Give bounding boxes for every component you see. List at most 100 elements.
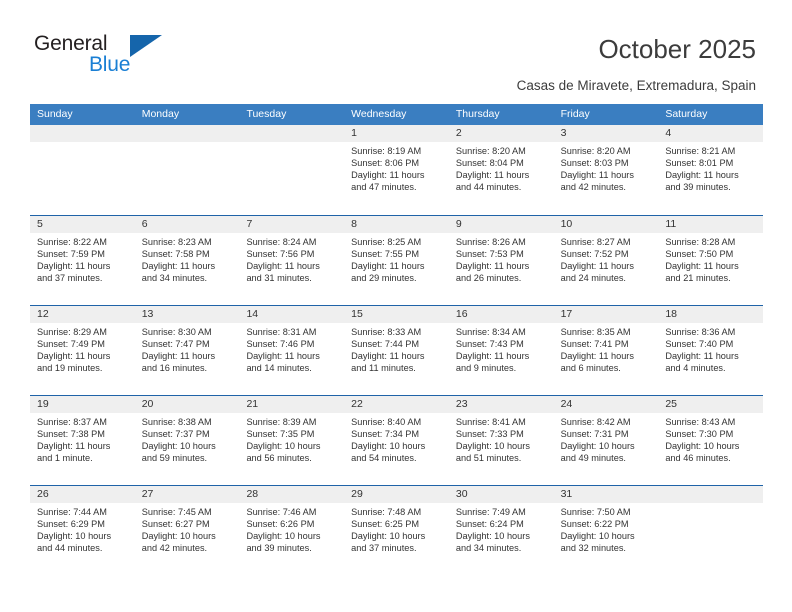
day-cell-30[interactable]: 30 Sunrise: 7:49 AM Sunset: 6:24 PM Dayligh… [448, 486, 554, 575]
day-sun-info: Sunrise: 8:30 AM Sunset: 7:47 PM Daylight:… [135, 323, 240, 374]
day-info-line: and 26 minutes. [455, 273, 522, 284]
day-info-line: Sunrise: 8:26 AM [455, 237, 526, 247]
day-cell-31[interactable]: 31 Sunrise: 7:50 AM Sunset: 6:22 PM Dayligh… [553, 486, 659, 575]
day-sun-info: Sunrise: 8:26 AM Sunset: 7:53 PM Daylight:… [449, 233, 554, 284]
day-cell-6[interactable]: 6 Sunrise: 8:23 AM Sunset: 7:58 PM Daylight… [134, 216, 240, 305]
day-cell-4[interactable]: 4 Sunrise: 8:21 AM Sunset: 8:01 PM Daylight… [658, 125, 764, 215]
day-cell-2[interactable]: 2 Sunrise: 8:20 AM Sunset: 8:04 PM Daylight… [448, 125, 554, 215]
day-info-line: Sunset: 7:59 PM [37, 249, 105, 260]
general-blue-logo[interactable]: General Blue [34, 33, 214, 83]
day-cell-16[interactable]: 16 Sunrise: 8:34 AM Sunset: 7:43 PM Dayligh… [448, 306, 554, 395]
day-sun-info: Sunrise: 8:29 AM Sunset: 7:49 PM Daylight:… [30, 323, 135, 374]
day-cell-10[interactable]: 10 Sunrise: 8:27 AM Sunset: 7:52 PM Dayligh… [553, 216, 659, 305]
day-cell-3[interactable]: 3 Sunrise: 8:20 AM Sunset: 8:03 PM Daylight… [553, 125, 659, 215]
day-cell-24[interactable]: 24 Sunrise: 8:42 AM Sunset: 7:31 PM Dayligh… [553, 396, 659, 485]
day-cell-9[interactable]: 9 Sunrise: 8:26 AM Sunset: 7:53 PM Daylight… [448, 216, 554, 305]
day-info-line: Sunrise: 7:48 AM [351, 507, 422, 517]
day-info-line: and 6 minutes. [560, 363, 621, 374]
day-cell-19[interactable]: 19 Sunrise: 8:37 AM Sunset: 7:38 PM Dayligh… [30, 396, 135, 485]
day-cell-20[interactable]: 20 Sunrise: 8:38 AM Sunset: 7:37 PM Dayligh… [134, 396, 240, 485]
day-info-line: Daylight: 11 hours [141, 261, 216, 272]
day-info-line: Sunset: 7:53 PM [455, 249, 524, 260]
day-number: 20 [134, 396, 240, 413]
day-number: 18 [658, 306, 764, 323]
day-info-line: Daylight: 10 hours [351, 441, 426, 452]
day-number [658, 486, 764, 503]
day-cell-29[interactable]: 29 Sunrise: 7:48 AM Sunset: 6:25 PM Dayligh… [344, 486, 449, 575]
day-info-line: Sunrise: 8:23 AM [141, 237, 212, 247]
day-number [134, 125, 240, 142]
day-info-line: Sunset: 8:01 PM [665, 158, 734, 169]
day-cell-25[interactable]: 25 Sunrise: 8:43 AM Sunset: 7:30 PM Dayligh… [658, 396, 764, 485]
day-cell-15[interactable]: 15 Sunrise: 8:33 AM Sunset: 7:44 PM Dayligh… [344, 306, 449, 395]
weekday-header-monday: Monday [141, 108, 180, 120]
day-cell-27[interactable]: 27 Sunrise: 7:45 AM Sunset: 6:27 PM Dayligh… [134, 486, 240, 575]
day-info-line: and 1 minute. [37, 453, 93, 464]
day-cell-23[interactable]: 23 Sunrise: 8:41 AM Sunset: 7:33 PM Dayligh… [448, 396, 554, 485]
day-info-line: Sunset: 6:25 PM [351, 519, 420, 530]
day-info-line: Sunset: 7:34 PM [351, 429, 420, 440]
day-number: 30 [448, 486, 554, 503]
day-cell-28[interactable]: 28 Sunrise: 7:46 AM Sunset: 6:26 PM Dayligh… [239, 486, 345, 575]
day-info-line: Sunset: 6:22 PM [560, 519, 629, 530]
day-number: 14 [239, 306, 345, 323]
day-sun-info: Sunrise: 8:36 AM Sunset: 7:40 PM Daylight:… [658, 323, 763, 374]
day-info-line: Daylight: 10 hours [351, 531, 426, 542]
day-sun-info: Sunrise: 8:39 AM Sunset: 7:35 PM Daylight:… [239, 413, 344, 464]
day-info-line: Daylight: 11 hours [455, 351, 530, 362]
day-info-line: and 32 minutes. [560, 543, 626, 554]
calendar-weeks: 1 Sunrise: 8:19 AM Sunset: 8:06 PM Daylight… [30, 125, 764, 575]
weekday-header-wednesday: Wednesday [351, 108, 407, 120]
day-info-line: Daylight: 11 hours [351, 261, 425, 272]
day-info-line: Sunrise: 8:24 AM [246, 237, 317, 247]
day-cell-17[interactable]: 17 Sunrise: 8:35 AM Sunset: 7:41 PM Dayligh… [553, 306, 659, 395]
day-info-line: Sunrise: 8:20 AM [560, 146, 631, 156]
day-number: 22 [344, 396, 449, 413]
day-info-line: Sunrise: 8:22 AM [37, 237, 107, 247]
day-info-line: Sunrise: 8:29 AM [37, 327, 107, 337]
day-info-line: Daylight: 11 hours [37, 441, 111, 452]
day-number: 6 [134, 216, 240, 233]
day-info-line: Daylight: 10 hours [246, 531, 321, 542]
day-sun-info: Sunrise: 8:40 AM Sunset: 7:34 PM Daylight:… [344, 413, 449, 464]
day-info-line: Daylight: 10 hours [141, 531, 216, 542]
day-number: 23 [448, 396, 554, 413]
day-cell-18[interactable]: 18 Sunrise: 8:36 AM Sunset: 7:40 PM Dayligh… [658, 306, 764, 395]
day-sun-info: Sunrise: 8:37 AM Sunset: 7:38 PM Daylight:… [30, 413, 135, 464]
day-cell-11[interactable]: 11 Sunrise: 8:28 AM Sunset: 7:50 PM Dayligh… [658, 216, 764, 305]
day-info-line: Sunrise: 8:28 AM [665, 237, 736, 247]
day-cell-12[interactable]: 12 Sunrise: 8:29 AM Sunset: 7:49 PM Dayligh… [30, 306, 135, 395]
day-sun-info: Sunrise: 8:24 AM Sunset: 7:56 PM Daylight:… [239, 233, 344, 284]
day-sun-info: Sunrise: 8:20 AM Sunset: 8:04 PM Daylight:… [449, 142, 554, 193]
day-info-line: and 29 minutes. [351, 273, 417, 284]
day-cell-7[interactable]: 7 Sunrise: 8:24 AM Sunset: 7:56 PM Daylight… [239, 216, 345, 305]
day-cell-22[interactable]: 22 Sunrise: 8:40 AM Sunset: 7:34 PM Dayligh… [344, 396, 449, 485]
day-info-line: Daylight: 11 hours [560, 261, 634, 272]
day-info-line: Sunset: 7:58 PM [141, 249, 210, 260]
day-cell-8[interactable]: 8 Sunrise: 8:25 AM Sunset: 7:55 PM Daylight… [344, 216, 449, 305]
day-info-line: and 14 minutes. [246, 363, 312, 374]
day-cell-21[interactable]: 21 Sunrise: 8:39 AM Sunset: 7:35 PM Dayligh… [239, 396, 345, 485]
day-info-line: Sunset: 7:37 PM [141, 429, 210, 440]
day-info-line: Sunset: 8:04 PM [455, 158, 524, 169]
day-info-line: Sunrise: 7:49 AM [455, 507, 526, 517]
day-cell-empty [658, 486, 764, 575]
day-info-line: Sunrise: 8:20 AM [455, 146, 526, 156]
calendar-page: General Blue October 2025 Casas de Mirav… [0, 0, 792, 612]
day-sun-info: Sunrise: 8:21 AM Sunset: 8:01 PM Daylight:… [658, 142, 763, 193]
weekday-header-row: Sunday Monday Tuesday Wednesday Thursday Frid… [30, 104, 763, 125]
day-number: 10 [553, 216, 659, 233]
day-info-line: and 19 minutes. [37, 363, 103, 374]
day-cell-1[interactable]: 1 Sunrise: 8:19 AM Sunset: 8:06 PM Daylight… [344, 125, 449, 215]
day-info-line: and 56 minutes. [246, 453, 312, 464]
day-cell-14[interactable]: 14 Sunrise: 8:31 AM Sunset: 7:46 PM Dayligh… [239, 306, 345, 395]
day-cell-13[interactable]: 13 Sunrise: 8:30 AM Sunset: 7:47 PM Dayligh… [134, 306, 240, 395]
day-info-line: Sunrise: 7:50 AM [560, 507, 631, 517]
day-info-line: Daylight: 11 hours [665, 351, 739, 362]
day-info-line: Daylight: 11 hours [246, 261, 320, 272]
day-info-line: Daylight: 10 hours [37, 531, 112, 542]
day-cell-26[interactable]: 26 Sunrise: 7:44 AM Sunset: 6:29 PM Dayligh… [30, 486, 135, 575]
day-info-line: Sunrise: 8:38 AM [141, 417, 212, 427]
day-info-line: Sunset: 7:55 PM [351, 249, 420, 260]
day-cell-5[interactable]: 5 Sunrise: 8:22 AM Sunset: 7:59 PM Daylight… [30, 216, 135, 305]
